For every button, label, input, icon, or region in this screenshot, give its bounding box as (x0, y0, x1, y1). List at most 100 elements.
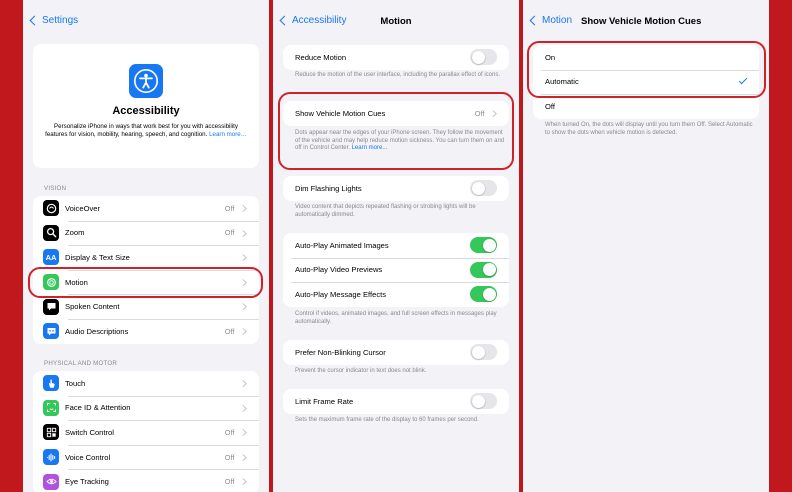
list-item-label: Audio Descriptions (65, 326, 129, 336)
accessibility-screen: Settings Accessibility Personalize iPhon… (23, 0, 269, 492)
list-item-label: Touch (65, 378, 86, 388)
chevron-right-icon (239, 478, 246, 485)
page-title: Motion (380, 16, 412, 27)
zoom-icon (43, 224, 59, 241)
list-item-label: VoiceOver (65, 203, 101, 213)
autoplay-label: Auto-Play Message Effects (295, 289, 387, 299)
frame-rate-toggle[interactable] (470, 393, 497, 410)
limit-frame-rate-row: Limit Frame Rate (283, 389, 509, 414)
list-item-label: Zoom (65, 228, 85, 238)
sidebar-item-switch-control[interactable]: Switch Control Off (33, 420, 259, 445)
motion-screen: Accessibility Motion Reduce Motion Reduc… (273, 0, 519, 492)
sidebar-item-eye-tracking[interactable]: Eye Tracking Off (33, 469, 259, 492)
autoplay-row: Auto-Play Message Effects (283, 282, 509, 307)
autoplay-toggle[interactable] (470, 237, 497, 254)
eye-tracking-icon (43, 473, 59, 490)
sidebar-item-face-id-attention[interactable]: Face ID & Attention (33, 395, 259, 421)
sidebar-item-motion[interactable]: Motion (33, 269, 259, 295)
option-label: Off (545, 101, 555, 111)
dim-flashing-footer: Video content that depicts repeated flas… (295, 204, 476, 218)
reduce-motion-row: Reduce Motion (283, 45, 509, 70)
sidebar-item-voiceover[interactable]: VoiceOver Off (33, 196, 259, 221)
sidebar-item-audio-descriptions[interactable]: Audio Descriptions Off (33, 318, 259, 344)
chevron-right-icon (239, 254, 246, 261)
chevron-right-icon (239, 205, 246, 212)
autoplay-row: Auto-Play Animated Images (283, 233, 509, 258)
learn-more-link[interactable]: Learn more... (352, 145, 388, 151)
frame-rate-group: Limit Frame Rate (283, 389, 509, 414)
page-title: Accessibility (112, 105, 180, 117)
chevron-right-icon (239, 303, 246, 310)
dim-flashing-row: Dim Flashing Lights (283, 176, 509, 201)
option-on[interactable]: On (533, 45, 759, 70)
list-item-value: Off (224, 427, 235, 437)
dim-flashing-toggle[interactable] (470, 180, 497, 197)
vehicle-cues-value: Off (474, 108, 485, 118)
switch-control-icon (43, 424, 59, 441)
chevron-left-icon (529, 15, 540, 26)
option-off[interactable]: Off (533, 94, 759, 119)
autoplay-toggle[interactable] (470, 286, 497, 303)
list-item-label: Display & Text Size (65, 252, 130, 262)
reduce-motion-footer: Reduce the motion of the user interface,… (295, 72, 501, 78)
autoplay-footer: Control if videos, animated images, and … (295, 311, 497, 325)
chevron-right-icon (239, 429, 246, 436)
nav-bar: Motion Show Vehicle Motion Cues (523, 12, 769, 32)
vehicle-cues-footer-text: Dots appear near the edges of your iPhon… (295, 130, 505, 152)
reduce-motion-label: Reduce Motion (295, 52, 347, 62)
autoplay-group: Auto-Play Animated Images Auto-Play Video… (283, 233, 509, 307)
frame-rate-label: Limit Frame Rate (295, 396, 354, 406)
autoplay-label: Auto-Play Animated Images (295, 240, 389, 250)
sidebar-item-touch[interactable]: Touch (33, 371, 259, 396)
reduce-motion-toggle[interactable] (470, 49, 497, 66)
list-item-value: Off (224, 326, 235, 336)
chevron-right-icon (239, 328, 246, 335)
face-id-icon (43, 399, 59, 416)
option-label: On (545, 52, 556, 62)
chevron-right-icon (239, 229, 246, 237)
option-automatic[interactable]: Automatic (533, 69, 759, 95)
vision-group: VoiceOver Off Zoom Off AA Display & Text Size… (33, 196, 259, 344)
options-footer: When turned On, the dots will display un… (545, 122, 753, 136)
non-blinking-cursor-row: Prefer Non-Blinking Cursor (283, 340, 509, 365)
sidebar-item-display-text-size[interactable]: AA Display & Text Size (33, 245, 259, 270)
autoplay-label: Auto-Play Video Previews (295, 265, 383, 275)
chevron-right-icon (239, 278, 246, 286)
voiceover-icon (43, 200, 59, 217)
speech-bubble-icon (43, 298, 59, 315)
vehicle-cues-label: Show Vehicle Motion Cues (295, 108, 386, 118)
nav-bar: Settings (23, 12, 269, 32)
sidebar-item-voice-control[interactable]: Voice Control Off (33, 444, 259, 470)
back-button-motion[interactable]: Motion (529, 15, 572, 26)
sidebar-item-spoken-content[interactable]: Spoken Content (33, 294, 259, 319)
chevron-right-icon (489, 110, 496, 117)
text-size-icon: AA (43, 249, 59, 266)
list-item-label: Face ID & Attention (65, 403, 131, 413)
audio-description-icon (43, 323, 59, 340)
list-item-value: Off (224, 228, 235, 238)
autoplay-row: Auto-Play Video Previews (283, 257, 509, 283)
learn-more-link[interactable]: Learn more… (209, 131, 247, 138)
vehicle-motion-cues-row[interactable]: Show Vehicle Motion Cues Off (283, 101, 509, 126)
list-item-value: Off (224, 477, 235, 487)
list-item-value: Off (224, 452, 235, 462)
list-item-value: Off (224, 203, 235, 213)
motor-group: Touch Face ID & Attention Switch Control Of… (33, 371, 259, 492)
back-button-settings[interactable]: Settings (29, 15, 78, 26)
sidebar-item-zoom[interactable]: Zoom Off (33, 220, 259, 246)
back-label: Settings (42, 15, 79, 26)
cursor-label: Prefer Non-Blinking Cursor (295, 347, 386, 357)
accessibility-header-card: Accessibility Personalize iPhone in ways… (33, 44, 259, 168)
chevron-left-icon (29, 15, 40, 26)
page-title: Show Vehicle Motion Cues (581, 16, 702, 27)
autoplay-toggle[interactable] (470, 261, 497, 278)
section-header-vision: VISION (44, 185, 67, 192)
card-description: Personalize iPhone in ways that work bes… (45, 123, 247, 140)
hand-icon (43, 375, 59, 392)
vehicle-cues-footer: Dots appear near the edges of your iPhon… (295, 130, 505, 153)
cursor-toggle[interactable] (470, 344, 497, 361)
cursor-footer: Prevent the cursor indicator in text doe… (295, 368, 427, 374)
chevron-right-icon (239, 404, 246, 412)
dim-flashing-label: Dim Flashing Lights (295, 183, 362, 193)
reduce-motion-group: Reduce Motion (283, 45, 509, 70)
